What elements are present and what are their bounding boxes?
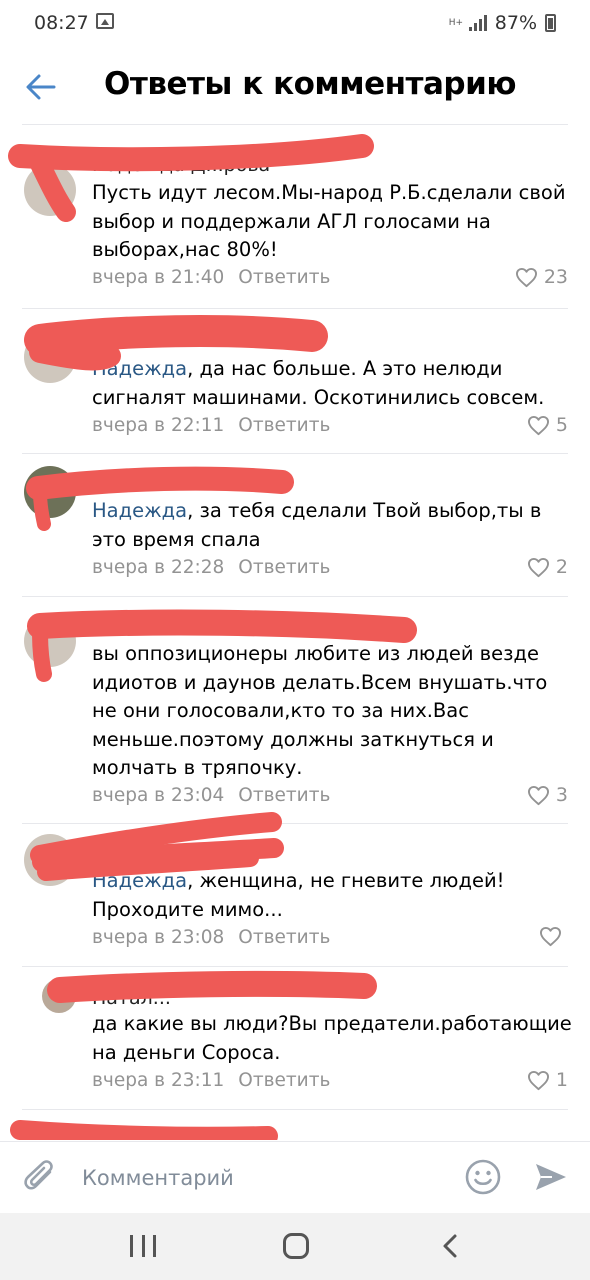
recent-apps-icon[interactable] — [130, 1235, 156, 1257]
redaction-stroke — [10, 1120, 278, 1140]
redaction-stroke — [24, 315, 328, 356]
redaction-stroke — [26, 466, 294, 500]
redaction-stroke — [33, 485, 51, 531]
comment-input[interactable] — [82, 1160, 442, 1196]
comment-input-bar — [0, 1141, 590, 1213]
paperclip-icon[interactable] — [22, 1158, 60, 1198]
redaction-stroke — [29, 341, 121, 371]
redaction-marks — [8, 134, 417, 1140]
redaction-stroke — [47, 970, 377, 1003]
redaction-stroke — [30, 154, 76, 222]
emoji-icon[interactable] — [464, 1158, 502, 1196]
redaction-stroke — [32, 624, 52, 682]
nav-back-icon[interactable] — [440, 1233, 460, 1259]
redaction-stroke — [27, 609, 417, 643]
system-nav-bar — [0, 1213, 590, 1280]
redaction-stroke — [8, 134, 374, 172]
send-icon[interactable] — [532, 1158, 570, 1196]
home-icon[interactable] — [283, 1233, 309, 1259]
